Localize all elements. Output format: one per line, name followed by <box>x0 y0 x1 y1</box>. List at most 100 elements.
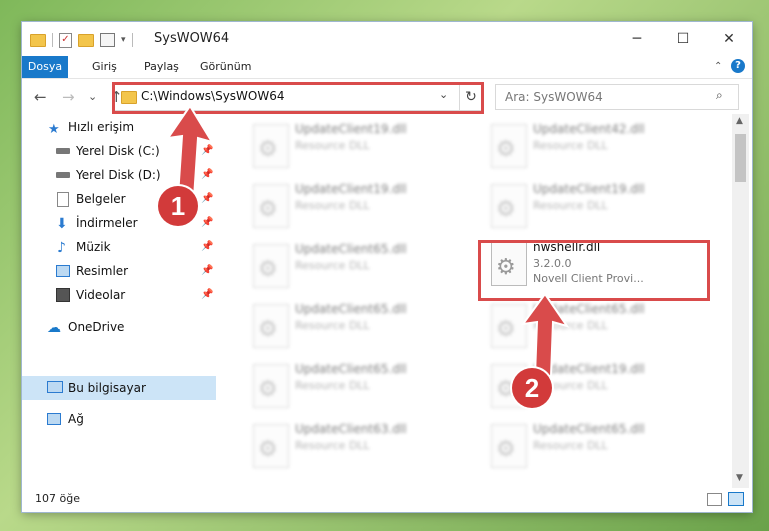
nav-label: Müzik <box>76 240 111 254</box>
step-1-badge: 1 <box>158 186 198 226</box>
file-name: UpdateClient65.dll <box>295 302 407 316</box>
nav-label: Bu bilgisayar <box>68 381 146 395</box>
file-name: UpdateClient65.dll <box>533 422 645 436</box>
file-tile[interactable]: ⚙ UpdateClient63.dll Resource DLL <box>245 420 470 472</box>
dll-file-icon: ⚙ <box>491 184 527 228</box>
file-type: Resource DLL <box>295 139 370 152</box>
status-bar: 107 öğe <box>22 488 752 512</box>
nav-item-music[interactable]: ♪ Müzik 📌 <box>22 236 216 258</box>
vertical-scrollbar[interactable]: ▲ ▼ <box>732 114 749 488</box>
nav-this-pc[interactable]: Bu bilgisayar <box>22 376 216 400</box>
dll-file-icon: ⚙ <box>253 424 289 468</box>
gear-icon: ⚙ <box>258 437 278 462</box>
drive-icon <box>56 172 70 178</box>
tab-file[interactable]: Dosya <box>22 56 68 78</box>
file-tile[interactable]: ⚙ UpdateClient65.dll Resource DLL <box>245 300 470 352</box>
pin-icon: 📌 <box>201 289 214 300</box>
scroll-down-icon[interactable]: ▼ <box>736 473 743 483</box>
download-icon: ⬇ <box>56 216 68 232</box>
customize-icon[interactable] <box>100 33 115 47</box>
details-view-icon[interactable] <box>707 493 722 506</box>
nav-label: İndirmeler <box>76 216 138 230</box>
nav-onedrive[interactable]: ☁ OneDrive <box>22 316 216 338</box>
nav-label: Yerel Disk (D:) <box>76 168 161 182</box>
gear-icon: ⚙ <box>496 437 516 462</box>
file-type: Resource DLL <box>533 139 608 152</box>
gear-icon: ⚙ <box>258 197 278 222</box>
computer-icon <box>47 381 63 393</box>
dll-file-icon: ⚙ <box>253 364 289 408</box>
file-name: UpdateClient65.dll <box>295 362 407 376</box>
tab-home[interactable]: Giriş <box>92 56 117 78</box>
close-button[interactable]: ✕ <box>706 22 752 56</box>
file-name: UpdateClient42.dll <box>533 122 645 136</box>
dll-file-icon: ⚙ <box>253 304 289 348</box>
dll-file-icon: ⚙ <box>491 124 527 168</box>
step-2-badge: 2 <box>512 368 552 408</box>
nav-label: Resimler <box>76 264 129 278</box>
file-name: UpdateClient63.dll <box>295 422 407 436</box>
videos-icon <box>56 288 70 302</box>
scroll-up-icon[interactable]: ▲ <box>736 116 743 126</box>
nav-label: Videolar <box>76 288 126 302</box>
tab-view[interactable]: Görünüm <box>200 56 251 78</box>
file-tile[interactable]: ⚙ UpdateClient42.dll Resource DLL <box>483 120 708 172</box>
collapse-ribbon-icon[interactable]: ⌃ <box>714 61 722 72</box>
file-type: Resource DLL <box>295 319 370 332</box>
minimize-button[interactable]: ─ <box>614 22 660 56</box>
search-icon[interactable]: ⌕ <box>716 88 723 103</box>
file-type: Resource DLL <box>295 379 370 392</box>
file-tile[interactable]: ⚙ UpdateClient19.dll Resource DLL <box>245 180 470 232</box>
separator <box>131 33 133 47</box>
dll-file-icon: ⚙ <box>253 184 289 228</box>
window-title: SysWOW64 <box>154 31 230 46</box>
gear-icon: ⚙ <box>258 257 278 282</box>
file-name: UpdateClient19.dll <box>295 182 407 196</box>
search-box[interactable]: Ara: SysWOW64 ⌕ <box>495 84 739 110</box>
search-placeholder[interactable]: Ara: SysWOW64 <box>505 90 603 104</box>
gear-icon: ⚙ <box>258 137 278 162</box>
back-button[interactable]: ← <box>34 88 47 106</box>
file-highlight-box <box>478 240 710 301</box>
title-bar: ✓ ▾ SysWOW64 ─ ☐ ✕ <box>22 22 752 56</box>
item-count: 107 öğe <box>35 492 80 505</box>
nav-network[interactable]: Ağ <box>22 408 216 430</box>
tab-share[interactable]: Paylaş <box>144 56 179 78</box>
nav-item-pictures[interactable]: Resimler 📌 <box>22 260 216 282</box>
properties-check-icon[interactable]: ✓ <box>59 32 72 48</box>
nav-label: Ağ <box>68 412 84 426</box>
cloud-icon: ☁ <box>47 320 61 336</box>
gear-icon: ⚙ <box>258 317 278 342</box>
file-tile[interactable]: ⚙ UpdateClient65.dll Resource DLL <box>245 360 470 412</box>
file-tile[interactable]: ⚙ UpdateClient19.dll Resource DLL <box>483 180 708 232</box>
network-icon <box>47 413 61 425</box>
gear-icon: ⚙ <box>258 377 278 402</box>
ribbon-tabs: Dosya Giriş Paylaş Görünüm ⌃ ? <box>22 56 752 79</box>
recent-locations-button[interactable]: ⌄ <box>88 90 97 103</box>
file-name: UpdateClient19.dll <box>533 182 645 196</box>
pin-icon: 📌 <box>201 265 214 276</box>
file-tile[interactable]: ⚙ UpdateClient65.dll Resource DLL <box>483 420 708 472</box>
nav-label: Hızlı erişim <box>68 120 135 134</box>
pin-icon: 📌 <box>201 241 214 252</box>
nav-item-videos[interactable]: Videolar 📌 <box>22 284 216 306</box>
nav-label: Yerel Disk (C:) <box>76 144 160 158</box>
dll-file-icon: ⚙ <box>491 424 527 468</box>
drive-icon <box>56 148 70 154</box>
tiles-view-icon[interactable] <box>728 492 744 506</box>
file-name: UpdateClient65.dll <box>295 242 407 256</box>
qat-dropdown-icon[interactable]: ▾ <box>121 35 126 45</box>
gear-icon: ⚙ <box>496 197 516 222</box>
dll-file-icon: ⚙ <box>253 124 289 168</box>
separator <box>52 33 53 47</box>
new-folder-icon[interactable] <box>78 33 94 47</box>
maximize-button[interactable]: ☐ <box>660 22 706 56</box>
scroll-thumb[interactable] <box>735 134 746 182</box>
forward-button[interactable]: → <box>62 88 75 106</box>
gear-icon: ⚙ <box>496 317 516 342</box>
help-icon[interactable]: ? <box>731 59 745 73</box>
file-tile[interactable]: ⚙ UpdateClient19.dll Resource DLL <box>245 120 470 172</box>
music-icon: ♪ <box>57 240 66 256</box>
file-tile[interactable]: ⚙ UpdateClient65.dll Resource DLL <box>245 240 470 292</box>
file-type: Resource DLL <box>295 439 370 452</box>
